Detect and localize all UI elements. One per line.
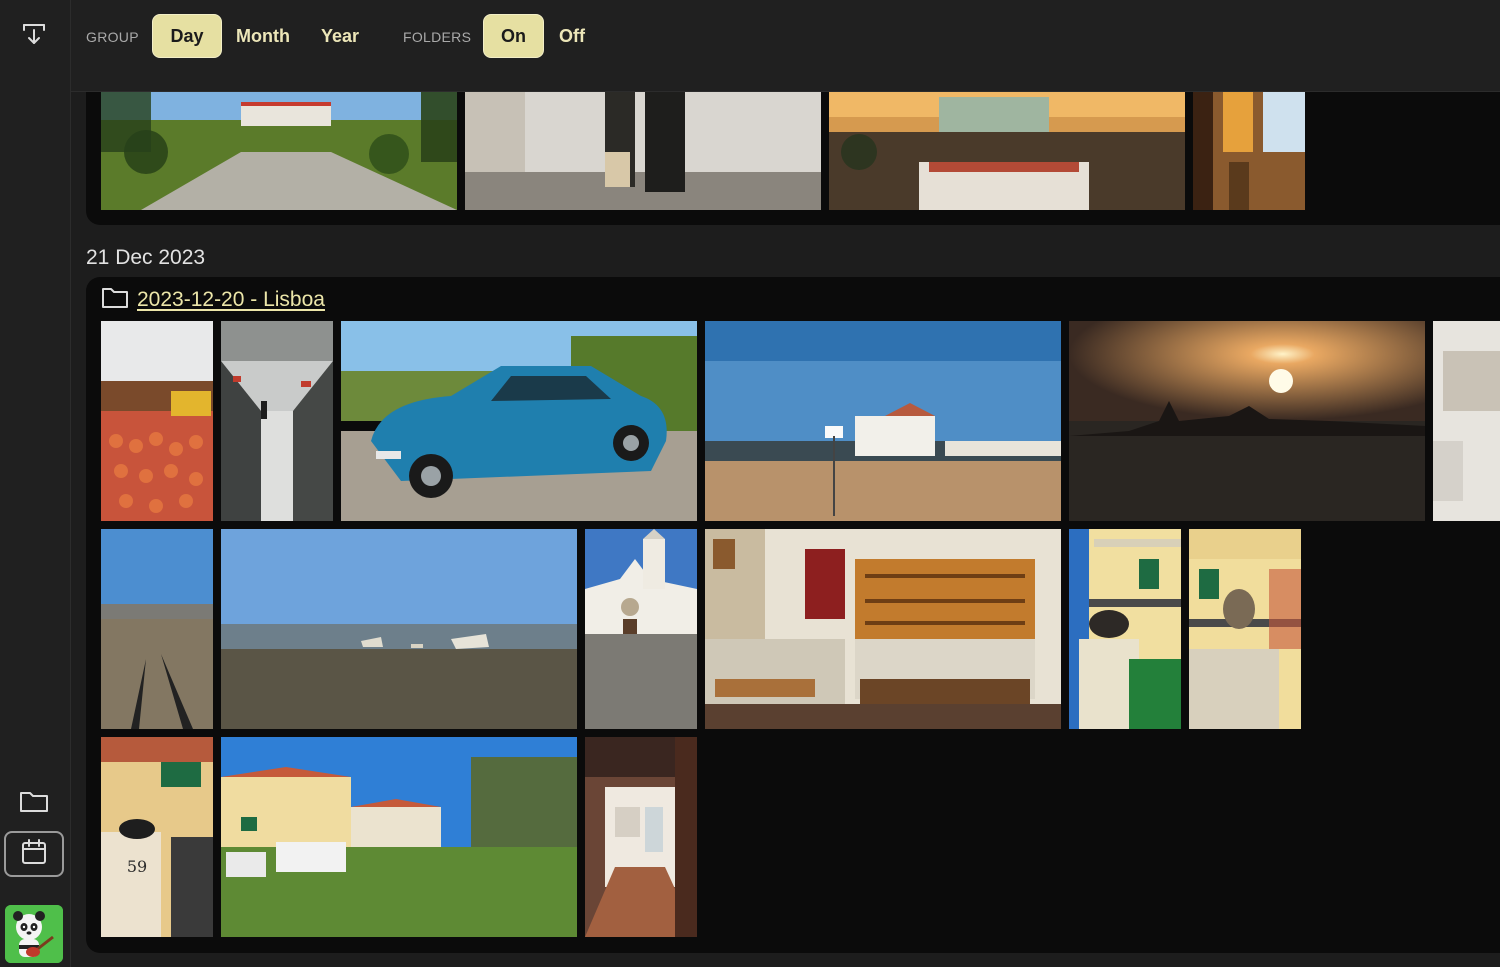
folders-view-button[interactable] bbox=[4, 780, 64, 826]
day-heading: 21 Dec 2023 bbox=[86, 246, 206, 269]
photo-timeline[interactable]: 21 Dec 2023 2023-12-20 - Lisboa 59 bbox=[71, 92, 1500, 967]
folders-off-button[interactable]: Off bbox=[547, 14, 597, 58]
toolbar: GROUP Day Month Year FOLDERS On Off bbox=[71, 0, 1500, 92]
user-avatar[interactable] bbox=[5, 905, 63, 963]
timeline-view-button[interactable] bbox=[4, 831, 64, 877]
group-month-button[interactable]: Month bbox=[229, 14, 297, 58]
photo-thumbnail[interactable] bbox=[829, 92, 1185, 210]
folders-label: FOLDERS bbox=[403, 29, 472, 45]
photo-thumbnail[interactable] bbox=[465, 92, 821, 210]
sidebar bbox=[0, 0, 71, 967]
photo-thumbnail[interactable] bbox=[705, 529, 1061, 729]
house-number: 59 bbox=[127, 857, 147, 876]
folder-icon bbox=[101, 285, 129, 314]
photo-thumbnail[interactable] bbox=[585, 529, 697, 729]
photo-thumbnail[interactable] bbox=[221, 529, 577, 729]
photo-thumbnail[interactable] bbox=[1193, 92, 1305, 210]
photo-thumbnail[interactable] bbox=[221, 321, 333, 521]
photo-thumbnail[interactable] bbox=[585, 737, 697, 937]
folders-on-button[interactable]: On bbox=[483, 14, 544, 58]
photo-thumbnail[interactable]: 59 bbox=[101, 737, 213, 937]
photo-thumbnail[interactable] bbox=[1069, 321, 1425, 521]
photo-thumbnail[interactable] bbox=[1189, 529, 1301, 729]
photo-thumbnail[interactable] bbox=[1069, 529, 1181, 729]
photo-thumbnail[interactable] bbox=[1433, 321, 1500, 521]
photo-thumbnail[interactable] bbox=[705, 321, 1061, 521]
download-button[interactable] bbox=[4, 13, 64, 59]
photo-thumbnail[interactable] bbox=[101, 321, 213, 521]
group-label: GROUP bbox=[86, 29, 139, 45]
photo-thumbnail[interactable] bbox=[101, 529, 213, 729]
group-year-button[interactable]: Year bbox=[309, 14, 371, 58]
photo-thumbnail[interactable] bbox=[101, 92, 457, 210]
photo-thumbnail[interactable] bbox=[221, 737, 577, 937]
folder-link[interactable]: 2023-12-20 - Lisboa bbox=[137, 288, 325, 312]
download-icon bbox=[21, 21, 47, 52]
folder-row: 2023-12-20 - Lisboa bbox=[101, 285, 325, 314]
folder-icon bbox=[19, 788, 49, 819]
photo-thumbnail[interactable] bbox=[341, 321, 697, 521]
panda-guitar-avatar-icon bbox=[5, 905, 63, 963]
group-day-button[interactable]: Day bbox=[152, 14, 222, 58]
calendar-icon bbox=[20, 838, 48, 871]
